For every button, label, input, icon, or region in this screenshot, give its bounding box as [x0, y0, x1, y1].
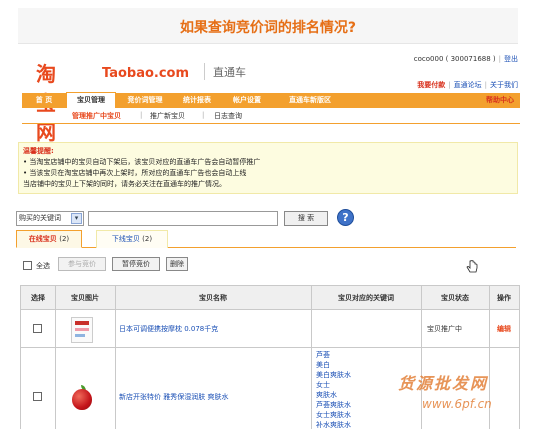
logout-link[interactable]: 登出	[504, 55, 518, 63]
user-info: coco000 ( 300071688 ) | 登出	[414, 54, 518, 64]
separator: |	[498, 55, 501, 63]
notice-box: 温馨提醒: • 当淘宝店铺中的宝贝自动下架后，该宝贝对应的直通车广告会自动暂停推…	[18, 142, 518, 194]
watermark-bottom: www.6pf.cn	[422, 397, 492, 411]
keyword-link[interactable]: 女士爽肤水	[316, 410, 351, 420]
nav-item-reports[interactable]: 统计报表	[174, 93, 220, 108]
sub-nav: 管理推广中宝贝 | 推广新宝贝 | 日志查询	[22, 108, 520, 124]
notice-line: 当店铺中的宝贝上下架的同时，请务必关注在直通车的推广情况。	[23, 180, 226, 188]
nav-item-keyword-management[interactable]: 竞价词管理	[120, 93, 170, 108]
item-status: 宝贝推广中	[427, 325, 462, 333]
nav-item-home[interactable]: 首 页	[26, 93, 62, 108]
keyword-link[interactable]: 补水爽肤水	[316, 420, 351, 429]
keyword-link[interactable]: 爽肤水	[316, 390, 337, 400]
column-header: 操作	[497, 294, 511, 302]
table-row: 日本可调便携按摩枕 0.078千克 宝贝推广中 编辑	[21, 310, 519, 348]
subnav-item-managed[interactable]: 管理推广中宝贝	[72, 111, 121, 121]
item-name-link[interactable]: 日本可调便携按摩枕 0.078千克	[119, 324, 218, 334]
notice-title: 温馨提醒:	[23, 147, 54, 155]
page-title: 如果查询竞价词的排名情况?	[179, 20, 357, 36]
select-all-checkbox[interactable]	[23, 261, 32, 270]
notice-line: • 当淘宝店铺中的宝贝自动下架后，该宝贝对应的直通车广告会自动暂停推广	[23, 158, 261, 166]
table-header: 选择 宝贝图片 宝贝名称 宝贝对应的关键词 宝贝状态 操作	[21, 286, 519, 310]
forum-link[interactable]: 直通论坛	[454, 81, 482, 89]
item-name-link[interactable]: 新店开张特价 雅秀保湿润肤 爽肤水	[119, 392, 228, 402]
column-header: 宝贝名称	[199, 294, 227, 302]
watermark-top: 货源批发网	[398, 374, 489, 393]
separator: |	[484, 81, 487, 89]
column-header: 宝贝对应的关键词	[338, 294, 394, 302]
header-links: 我要付款 | 直通论坛 | 关于我们	[417, 80, 518, 90]
separator: |	[448, 81, 451, 89]
column-header: 宝贝状态	[441, 294, 469, 302]
product-name: 直通车	[213, 66, 246, 79]
title-bar: 如果查询竞价词的排名情况?	[18, 8, 518, 44]
search-button[interactable]: 搜 索	[284, 211, 328, 226]
delete-button[interactable]: 删除	[166, 257, 188, 271]
row-checkbox[interactable]	[33, 392, 42, 401]
keyword-link[interactable]: 芦荟爽肤水	[316, 400, 351, 410]
item-thumbnail[interactable]	[71, 317, 93, 343]
select-value: 购买的关键词	[19, 214, 61, 222]
keyword-type-select[interactable]: 购买的关键词 ▾	[16, 211, 84, 226]
chevron-down-icon: ▾	[71, 213, 82, 224]
tab-online-items[interactable]: 在线宝贝 (2)	[16, 230, 82, 248]
subnav-item-log[interactable]: 日志查询	[214, 111, 242, 121]
keyword-link[interactable]: 美白爽肤水	[316, 370, 351, 380]
row-checkbox[interactable]	[33, 324, 42, 333]
nav-item-new-version[interactable]: 直通车新版区	[274, 93, 346, 108]
tab-offline-items[interactable]: 下线宝贝 (2)	[96, 230, 168, 248]
notice-line: • 当该宝贝在淘宝店铺中再次上架时，所对应的直通车广告也会自动上线	[23, 169, 247, 177]
keyword-link[interactable]: 芦荟	[316, 350, 330, 360]
help-icon[interactable]: ?	[337, 209, 354, 226]
item-thumbnail[interactable]	[72, 389, 92, 410]
separator: |	[140, 111, 143, 119]
logo-english: Taobao.com	[102, 66, 190, 81]
pause-bidding-button[interactable]: 暂停竞价	[112, 257, 160, 271]
hand-cursor-icon	[466, 260, 478, 273]
keyword-link[interactable]: 美白	[316, 360, 330, 370]
column-header: 宝贝图片	[71, 294, 99, 302]
nav-item-item-management[interactable]: 宝贝管理	[66, 92, 116, 108]
about-link[interactable]: 关于我们	[490, 81, 518, 89]
separator: |	[202, 111, 205, 119]
join-bidding-button[interactable]: 参与竞价	[58, 257, 106, 271]
subnav-item-new[interactable]: 推广新宝贝	[150, 111, 185, 121]
search-input[interactable]	[88, 211, 278, 226]
column-header: 选择	[31, 294, 45, 302]
toolbar: 全选 参与竞价 暂停竞价 删除	[20, 256, 500, 272]
select-all-label: 全选	[36, 262, 50, 270]
watermark: 货源批发网 www.6pf.cn	[398, 370, 530, 420]
edit-link[interactable]: 编辑	[497, 324, 511, 334]
nav-item-account-settings[interactable]: 帐户设置	[224, 93, 270, 108]
item-tabs: 在线宝贝 (2) 下线宝贝 (2)	[16, 230, 516, 248]
user-id: coco000 ( 300071688 )	[413, 55, 496, 63]
header-divider	[204, 63, 205, 80]
keyword-link[interactable]: 女士	[316, 380, 330, 390]
help-center-link[interactable]: 帮助中心	[486, 93, 514, 108]
main-nav: 首 页 宝贝管理 竞价词管理 统计报表 帐户设置 直通车新版区 帮助中心	[22, 92, 520, 108]
recharge-link[interactable]: 我要付款	[417, 81, 445, 89]
